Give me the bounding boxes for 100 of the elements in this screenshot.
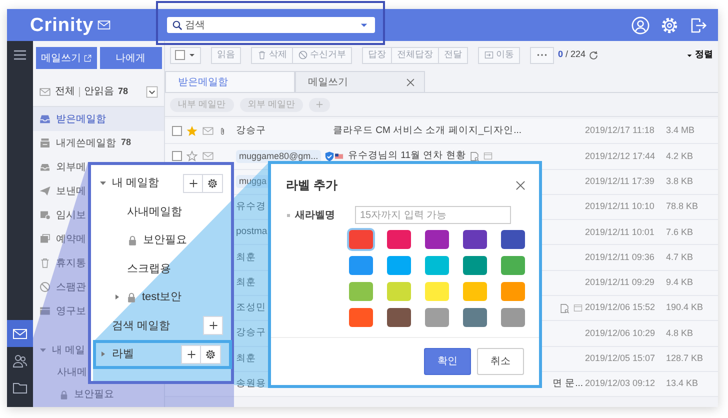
sort-button[interactable]: 정렬 [686,48,713,62]
close-icon[interactable] [405,76,416,88]
color-swatch[interactable] [501,256,525,275]
select-checkbox[interactable] [175,50,185,60]
field-label: 새라벨명 [295,208,335,222]
add-button[interactable] [181,344,201,364]
select-dropdown[interactable] [170,46,201,64]
toolbar-button[interactable]: 읽음 [212,48,240,62]
sender-name: 송원용 [236,376,266,391]
cancel-button[interactable]: 취소 [477,348,524,375]
star-icon[interactable] [186,125,198,138]
refresh-icon[interactable] [588,50,600,60]
settings-icon[interactable] [660,16,679,34]
envelope-icon [39,86,51,98]
add-filter-button[interactable] [309,98,330,112]
color-swatch[interactable] [387,230,411,249]
row-checkbox[interactable] [172,151,182,162]
color-swatch[interactable] [501,282,525,301]
mail-size: 3.8 KB [666,174,694,188]
confirm-button[interactable]: 확인 [424,348,471,375]
folder-item[interactable]: 외부메 [33,155,86,179]
folder-item[interactable]: 라벨 [93,340,232,368]
mail-tab[interactable] [7,320,33,347]
color-swatch[interactable] [349,282,373,301]
selected-count: 0 [558,48,564,62]
envelope-icon [96,18,112,32]
color-swatch[interactable] [387,256,411,275]
folder-item[interactable]: 예약메 [33,227,86,251]
settings-button[interactable] [203,174,223,193]
folder-item[interactable]: 내 메일 [33,339,85,361]
toolbar-button[interactable]: 전달 [439,48,467,62]
send-to-self-button[interactable]: 나에게 [100,47,162,69]
mail-row[interactable]: 강승구 클라우드 CM 서비스 소개 페이지_디자인... 2019/12/17 11:18 3.4 MB [165,119,718,144]
color-swatch[interactable] [425,230,449,249]
folder-item[interactable]: 보안필요 [91,226,231,254]
more-button[interactable] [530,46,554,64]
folder-item[interactable]: 내게쓴메일함 78 [33,131,132,155]
toolbar-button[interactable]: 삭제 [252,48,293,62]
expand-icon[interactable] [113,293,121,302]
window-icon[interactable] [573,303,583,314]
color-swatch[interactable] [463,308,487,327]
expand-icon[interactable] [99,350,107,358]
unread-count: 78 [118,84,128,98]
color-swatch[interactable] [425,308,449,327]
unread-label[interactable]: 안읽음 [84,84,114,99]
window-icon[interactable] [482,151,493,162]
folder-item[interactable]: 보안필요 [33,384,114,405]
folder-item[interactable]: 영구보 [33,299,86,323]
contacts-icon[interactable] [12,352,28,368]
folder-item[interactable]: 내 메일함 [91,169,231,198]
dropdown-icon[interactable] [146,86,158,98]
mail-date: 2019/12/11 09:36 [585,250,656,264]
toolbar-button[interactable]: 수신거부 [293,48,351,62]
caret-icon [686,52,692,58]
compose-button[interactable]: 메일쓰기 [36,47,98,69]
color-swatch[interactable] [463,256,487,275]
row-checkbox[interactable] [172,126,182,136]
document-search-icon[interactable] [468,150,480,162]
ban-icon [39,281,51,293]
color-swatch[interactable] [501,308,525,327]
filter-all-label[interactable]: 전체 [55,84,75,99]
color-swatch[interactable] [425,282,449,301]
folder-item[interactable]: test보안 [91,283,231,312]
color-swatch[interactable] [387,282,411,301]
color-swatch[interactable] [463,230,487,249]
color-swatch[interactable] [387,308,411,327]
folder-item[interactable]: 받은메일함 [33,107,164,131]
color-swatch[interactable] [349,308,373,327]
add-button[interactable] [183,174,203,193]
add-button[interactable] [203,316,223,336]
toolbar-button[interactable]: 이동 [479,48,519,62]
plus-icon [208,320,218,332]
toolbar-button[interactable]: 답장 [363,48,392,62]
user-icon[interactable] [631,16,650,34]
mail-tab[interactable]: 메일쓰기 [295,71,425,92]
star-icon[interactable] [186,150,198,162]
folder-item[interactable]: 사내메일함 [91,198,231,226]
logout-icon[interactable] [689,16,708,34]
collapse-icon[interactable] [99,179,107,188]
mail-size: 190.4 KB [666,301,704,314]
folder-item[interactable]: 사내메 [33,361,87,384]
folder-item[interactable]: 스크랩용 [91,254,231,283]
mail-tab[interactable]: 받은메일함 [165,71,295,92]
folder-item[interactable]: 보낸메 [33,179,86,203]
label-name-field[interactable]: 15자까지 입력 가능 [355,206,511,224]
folder-item[interactable]: 검색 메일함 [91,312,231,340]
close-icon[interactable] [514,178,527,192]
color-swatch[interactable] [501,230,525,249]
toolbar-button[interactable]: 전체답장 [392,48,439,62]
folder-item[interactable]: 임시보 [33,203,86,227]
folder-item[interactable]: 휴지통 [33,251,86,275]
color-swatch[interactable] [349,230,373,249]
color-swatch[interactable] [463,282,487,301]
folder-item[interactable]: 스팸관 [33,275,86,299]
document-search-icon[interactable] [559,302,570,314]
color-swatch[interactable] [349,256,373,275]
search-field[interactable]: 검색 [167,17,376,33]
settings-button[interactable] [201,344,221,364]
color-swatch[interactable] [425,256,449,275]
sender-name: 유수경 [236,200,266,214]
